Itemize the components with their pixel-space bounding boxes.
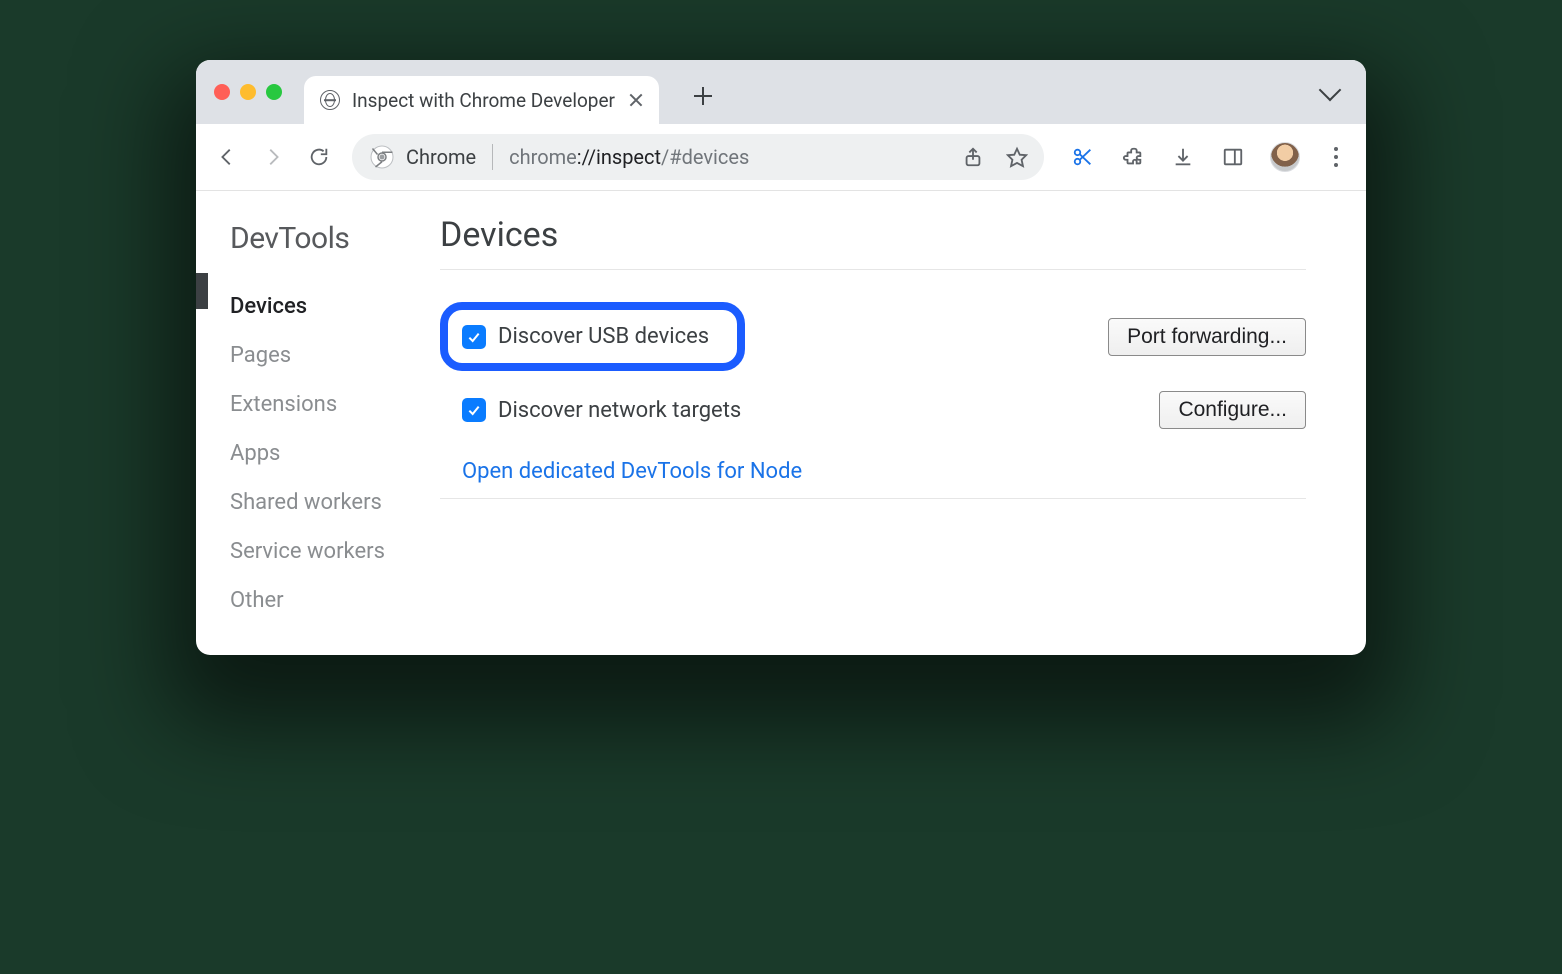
back-button[interactable] [214,144,240,170]
traffic-lights [214,84,282,100]
bookmark-star-icon[interactable] [1004,144,1030,170]
sidebar: DevTools Devices Pages Extensions Apps S… [210,191,440,655]
open-node-devtools-link[interactable]: Open dedicated DevTools for Node [462,459,802,484]
checkbox-checked-icon [462,398,486,422]
omnibox[interactable]: Chrome chrome://inspect/#devices [352,134,1044,180]
sidebar-item-apps[interactable]: Apps [230,429,440,478]
active-indicator [196,191,210,655]
omnibox-chip: Chrome [406,145,476,169]
sidepanel-icon[interactable] [1220,144,1246,170]
extensions-icon[interactable] [1120,144,1146,170]
sidebar-item-shared-workers[interactable]: Shared workers [230,478,440,527]
globe-icon [320,90,340,110]
chrome-icon [370,145,394,169]
tabs-dropdown-button[interactable] [1319,79,1342,102]
reload-button[interactable] [306,144,332,170]
sidebar-item-pages[interactable]: Pages [230,331,440,380]
scissors-icon[interactable] [1070,144,1096,170]
discover-network-label: Discover network targets [498,398,741,423]
node-devtools-row: Open dedicated DevTools for Node [440,439,1306,499]
window-close-button[interactable] [214,84,230,100]
browser-window: Inspect with Chrome Developer [196,60,1366,655]
sidebar-item-devices[interactable]: Devices [230,282,440,331]
sidebar-nav: Devices Pages Extensions Apps Shared wor… [230,282,440,625]
page-heading: Devices [440,215,1306,270]
share-icon[interactable] [960,144,986,170]
discover-usb-row: Discover USB devices Port forwarding... [440,292,1306,381]
forward-button[interactable] [260,144,286,170]
new-tab-button[interactable] [693,86,713,106]
window-minimize-button[interactable] [240,84,256,100]
toolbar: Chrome chrome://inspect/#devices [196,124,1366,191]
discover-network-checkbox[interactable]: Discover network targets [440,392,741,429]
window-zoom-button[interactable] [266,84,282,100]
page-content: DevTools Devices Pages Extensions Apps S… [196,191,1366,655]
discover-usb-label: Discover USB devices [498,324,709,349]
titlebar: Inspect with Chrome Developer [196,60,1366,124]
browser-tab[interactable]: Inspect with Chrome Developer [304,76,659,124]
sidebar-item-extensions[interactable]: Extensions [230,380,440,429]
checkbox-checked-icon [462,325,486,349]
discover-usb-highlight: Discover USB devices [440,302,745,371]
downloads-icon[interactable] [1170,144,1196,170]
omnibox-url: chrome://inspect/#devices [509,145,938,169]
sidebar-item-other[interactable]: Other [230,576,440,625]
chrome-menu-button[interactable] [1324,145,1348,169]
devtools-logo: DevTools [230,221,440,256]
sidebar-item-service-workers[interactable]: Service workers [230,527,440,576]
omnibox-divider [492,144,493,170]
profile-avatar[interactable] [1270,142,1300,172]
close-tab-button[interactable] [627,91,645,109]
port-forwarding-button[interactable]: Port forwarding... [1108,318,1306,356]
discover-network-row: Discover network targets Configure... [440,381,1306,439]
tab-title: Inspect with Chrome Developer [352,89,615,112]
toolbar-right [1070,142,1348,172]
discover-usb-checkbox[interactable]: Discover USB devices [462,324,709,349]
main-panel: Devices Discover USB devices Port forwar… [440,191,1366,655]
configure-button[interactable]: Configure... [1159,391,1306,429]
